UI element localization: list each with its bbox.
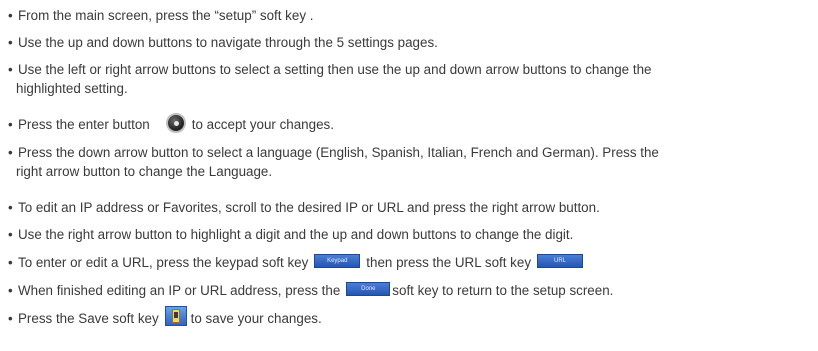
bullet: •	[8, 227, 13, 242]
bullet: •	[8, 200, 13, 215]
item-text-line2: right arrow button to change the Languag…	[16, 164, 273, 179]
enter-button-icon	[165, 113, 186, 134]
bullet: •	[8, 117, 13, 132]
item-text: Use the right arrow button to highlight …	[18, 227, 574, 242]
item-text: To enter or edit a URL, press the keypad…	[18, 255, 309, 270]
item-text: Press the Save soft key	[18, 311, 159, 326]
bullet: •	[8, 145, 13, 160]
item-text: then press the URL soft key	[366, 255, 532, 270]
bullet: •	[8, 283, 13, 298]
save-icon	[164, 306, 187, 327]
item-text: soft key to return to the setup screen.	[392, 283, 614, 298]
bullet: •	[8, 311, 13, 326]
instruction-list: • From the main screen, press the “setup”…	[0, 0, 818, 351]
list-item: • To enter or edit a URL, press the keypa…	[8, 253, 808, 272]
item-text: to accept your changes.	[191, 117, 334, 132]
item-text: to save your changes.	[190, 311, 322, 326]
list-item: • Press the enter button to accept your ch…	[8, 113, 808, 135]
list-item: • From the main screen, press the “setup”…	[8, 6, 808, 25]
list-item: • When finished editing an IP or URL addr…	[8, 281, 808, 300]
item-text-line2: highlighted setting.	[16, 81, 128, 96]
bullet: •	[8, 35, 13, 50]
url-softkey-icon: URL	[537, 254, 584, 269]
list-item: • Press the down arrow button to select a…	[8, 143, 808, 181]
list-item: • Use the left or right arrow buttons to …	[8, 60, 808, 98]
bullet: •	[8, 255, 13, 270]
bullet: •	[8, 8, 13, 23]
list-item: • Use the up and down buttons to navigate…	[8, 33, 808, 52]
item-text: Use the up and down buttons to navigate …	[18, 35, 438, 50]
item-text: When finished editing an IP or URL addre…	[18, 283, 341, 298]
item-text-line1: Use the left or right arrow buttons to s…	[18, 62, 652, 77]
list-item: • Press the Save soft key to save your cha…	[8, 306, 808, 329]
item-text: To edit an IP address or Favorites, scro…	[18, 200, 600, 215]
list-item: • To edit an IP address or Favorites, scr…	[8, 198, 808, 217]
item-text: Press the enter button	[18, 117, 150, 132]
bullet: •	[8, 62, 13, 77]
item-text: From the main screen, press the “setup” …	[18, 8, 314, 23]
list-item: • Use the right arrow button to highlight…	[8, 225, 808, 244]
item-text-line1: Press the down arrow button to select a …	[18, 145, 659, 160]
done-softkey-icon: Done	[346, 282, 391, 297]
keypad-softkey-icon: Keypad	[314, 254, 361, 269]
